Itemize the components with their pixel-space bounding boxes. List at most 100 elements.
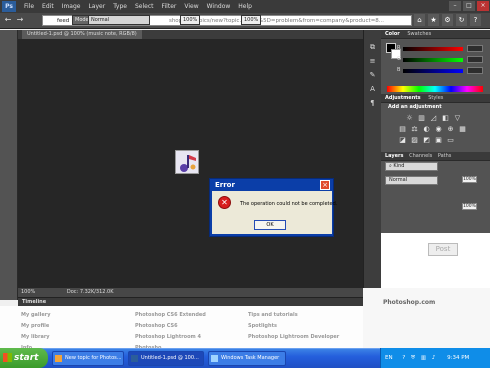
- menu-file[interactable]: File: [20, 3, 38, 10]
- tab-paths[interactable]: Paths: [438, 153, 452, 159]
- tab-adjustments[interactable]: Adjustments: [385, 95, 421, 101]
- footer-link[interactable]: My gallery: [21, 310, 50, 321]
- opacity-field[interactable]: 100%: [180, 15, 201, 25]
- star-icon[interactable]: ★: [428, 14, 439, 26]
- footer-link[interactable]: Photoshop CS6: [135, 321, 206, 332]
- channel-mixer-icon[interactable]: ⊕: [446, 126, 455, 133]
- timeline-tab[interactable]: Timeline: [22, 299, 46, 305]
- threshold-icon[interactable]: ◩: [422, 137, 431, 144]
- clock[interactable]: 9:34 PM: [447, 355, 469, 361]
- footer-link[interactable]: Spotlights: [248, 321, 339, 332]
- tray-icon-volume[interactable]: ♪: [432, 355, 436, 361]
- browser-nav: ← →: [3, 15, 25, 25]
- slider-g[interactable]: [403, 58, 463, 62]
- task-browser[interactable]: New topic for Photos...: [52, 351, 124, 366]
- brush-icon[interactable]: ✎: [364, 68, 381, 82]
- close-button[interactable]: ×: [477, 1, 489, 11]
- menu-view[interactable]: View: [180, 3, 202, 10]
- document-tab-bar: Untitled-1.psd @ 100% (music note, RGB/8…: [18, 30, 363, 39]
- tab-styles[interactable]: Styles: [428, 95, 443, 101]
- tab-swatches[interactable]: Swatches: [407, 31, 431, 37]
- tray-icon-help[interactable]: ?: [402, 355, 405, 361]
- exposure-icon[interactable]: ◧: [441, 115, 450, 122]
- start-button[interactable]: start: [0, 348, 48, 368]
- menu-help[interactable]: Help: [234, 3, 256, 10]
- color-lookup-icon[interactable]: ▦: [458, 126, 467, 133]
- status-bar: 100% Doc: 7.32K/312.0K: [18, 288, 363, 297]
- invert-icon[interactable]: ◪: [398, 137, 407, 144]
- photoshop-com-brand[interactable]: Photoshop.com: [383, 299, 435, 306]
- forward-arrow-icon[interactable]: →: [15, 15, 25, 25]
- footer-link[interactable]: Photoshop CS6 Extended: [135, 310, 206, 321]
- layer-fill-field[interactable]: 100%: [462, 203, 477, 210]
- brightness-icon[interactable]: ☼: [405, 115, 414, 122]
- layer-opacity-field[interactable]: 100%: [462, 176, 477, 183]
- layer-kind-filter[interactable]: ⌕ Kind: [385, 162, 438, 171]
- ok-button[interactable]: OK: [254, 220, 286, 230]
- adjustments-panel-header: Adjustments Styles: [381, 94, 490, 103]
- levels-icon[interactable]: ▥: [417, 115, 426, 122]
- back-arrow-icon[interactable]: ←: [3, 15, 13, 25]
- tab-channels[interactable]: Channels: [409, 153, 432, 159]
- kind-label: Kind: [393, 163, 405, 169]
- slider-value-r[interactable]: [467, 45, 483, 52]
- home-icon[interactable]: ⌂: [414, 14, 425, 26]
- menu-window[interactable]: Window: [203, 3, 235, 10]
- photo-filter-icon[interactable]: ◉: [434, 126, 443, 133]
- black-white-icon[interactable]: ◐: [422, 126, 431, 133]
- panel-icon-strip: ⧉ ≡ ✎ A ¶: [363, 30, 381, 288]
- tab-layers[interactable]: Layers: [385, 153, 404, 159]
- menu-image[interactable]: Image: [58, 3, 85, 10]
- color-balance-icon[interactable]: ⚖: [410, 126, 419, 133]
- dialog-close-icon[interactable]: ×: [320, 180, 330, 190]
- reload-icon[interactable]: ↻: [456, 14, 467, 26]
- slider-label-r: R: [397, 45, 401, 51]
- slider-value-g[interactable]: [467, 56, 483, 63]
- menu-select[interactable]: Select: [131, 3, 158, 10]
- vibrance-icon[interactable]: ▽: [453, 115, 462, 122]
- mode-select[interactable]: Normal: [88, 15, 150, 25]
- slider-label-b: B: [397, 67, 401, 73]
- minimize-button[interactable]: –: [449, 1, 461, 11]
- zoom-level[interactable]: 100%: [21, 289, 35, 295]
- fill-field[interactable]: 100%: [241, 15, 262, 25]
- menu-edit[interactable]: Edit: [38, 3, 58, 10]
- slider-r[interactable]: [403, 47, 463, 51]
- history-icon[interactable]: ⧉: [364, 40, 381, 54]
- web-post-area: [381, 233, 490, 288]
- posterize-icon[interactable]: ▨: [410, 137, 419, 144]
- address-text: shop_fa...opics/new?topic...style%5D=pro…: [168, 18, 385, 24]
- footer-link[interactable]: Photoshop Lightroom Developer: [248, 332, 339, 343]
- maximize-button[interactable]: □: [463, 1, 475, 11]
- slider-value-b[interactable]: [467, 67, 483, 74]
- gear-icon[interactable]: ⚙: [442, 14, 453, 26]
- task-task-manager[interactable]: Windows Task Manager: [208, 351, 286, 366]
- post-button[interactable]: Post: [428, 243, 458, 256]
- tab-color[interactable]: Color: [385, 31, 400, 37]
- hue-saturation-icon[interactable]: ▤: [398, 126, 407, 133]
- tray-icon-security[interactable]: ⛨: [411, 355, 415, 361]
- footer-link[interactable]: My profile: [21, 321, 50, 332]
- task-label: New topic for Photos...: [65, 355, 122, 361]
- properties-icon[interactable]: ≡: [364, 54, 381, 68]
- blend-mode-select[interactable]: Normal: [385, 176, 438, 185]
- slider-b[interactable]: [403, 69, 463, 73]
- color-spectrum[interactable]: [387, 86, 483, 92]
- paragraph-icon[interactable]: ¶: [364, 96, 381, 110]
- task-photoshop[interactable]: Untitled-1.psd @ 100...: [128, 351, 204, 366]
- help-icon[interactable]: ?: [470, 14, 481, 26]
- footer-link[interactable]: Tips and tutorials: [248, 310, 339, 321]
- tray-icon-network[interactable]: ▥: [421, 355, 426, 361]
- menu-filter[interactable]: Filter: [158, 3, 181, 10]
- curves-icon[interactable]: ◿: [429, 115, 438, 122]
- document-tab[interactable]: Untitled-1.psd @ 100% (music note, RGB/8…: [22, 30, 142, 39]
- footer-link[interactable]: My library: [21, 332, 50, 343]
- character-icon[interactable]: A: [364, 82, 381, 96]
- music-note-image: [175, 150, 199, 174]
- menu-type[interactable]: Type: [109, 3, 131, 10]
- selective-color-icon[interactable]: ▣: [434, 137, 443, 144]
- footer-link[interactable]: Photoshop Lightroom 4: [135, 332, 206, 343]
- menu-layer[interactable]: Layer: [84, 3, 109, 10]
- language-indicator[interactable]: EN: [385, 355, 393, 361]
- gradient-map-icon[interactable]: ▭: [446, 137, 455, 144]
